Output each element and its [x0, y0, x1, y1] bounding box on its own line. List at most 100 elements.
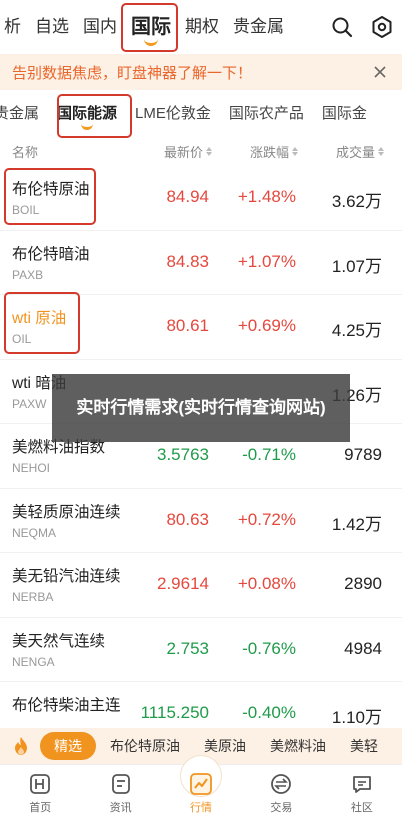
bottom-nav: 首页 资讯 行情 交易 社区 — [0, 755, 402, 818]
row-volume: 4984 — [344, 638, 382, 658]
row-code: NERBA — [12, 590, 54, 604]
row-change: -0.40% — [242, 703, 296, 722]
nav-quotes[interactable]: 行情 — [161, 755, 241, 818]
row-price: 2.9614 — [157, 574, 209, 593]
sub-tabs: 贵金属 国际能源 LME伦敦金 国际农产品 国际金 — [0, 92, 402, 136]
header-change[interactable]: 涨跌幅 — [250, 142, 298, 161]
table-row[interactable]: 美无铅汽油连续 NERBA 2.9614 +0.08% 2890 — [0, 553, 402, 618]
quote-list: 布伦特原油 BOIL 84.94 +1.48% 3.62万 布伦特暗油 PAXB… — [0, 166, 402, 747]
sort-icon — [206, 146, 212, 156]
row-price: 84.94 — [166, 187, 209, 206]
subtab-intl-agri[interactable]: 国际农产品 — [220, 92, 313, 136]
nav-trade[interactable]: 交易 — [241, 765, 321, 818]
tab-precious-metals[interactable]: 贵金属 — [226, 0, 291, 54]
tab-international[interactable]: 国际 — [124, 0, 178, 54]
row-code: NEHOI — [12, 461, 51, 475]
quick-item[interactable]: 布伦特原油 — [98, 736, 192, 756]
row-code: PAXB — [12, 267, 44, 282]
tab-domestic[interactable]: 国内 — [76, 0, 124, 54]
tab-international-label: 国际 — [131, 16, 171, 38]
quick-item-featured[interactable]: 精选 — [40, 732, 96, 760]
title-overlay: 实时行情需求(实时行情查询网站) — [52, 374, 350, 442]
subtab-intl-energy[interactable]: 国际能源 — [48, 92, 126, 136]
search-icon — [332, 17, 353, 38]
row-name: 美天然气连续 — [12, 632, 106, 650]
top-nav-icons — [322, 0, 402, 54]
row-name: 布伦特原油 — [12, 181, 90, 198]
nav-news[interactable]: 资讯 — [80, 765, 160, 818]
row-change: -0.76% — [242, 638, 296, 658]
header-volume[interactable]: 成交量 — [336, 142, 384, 161]
row-code: NENGA — [12, 654, 55, 669]
community-icon — [350, 772, 374, 796]
sort-icon — [292, 146, 298, 156]
row-name: wti 原油 — [12, 310, 67, 327]
gear-icon — [372, 16, 392, 38]
header-price[interactable]: 最新价 — [164, 142, 212, 161]
tab-watchlist[interactable]: 自选 — [28, 0, 76, 54]
row-volume: 2890 — [344, 574, 382, 593]
nav-community[interactable]: 社区 — [322, 765, 402, 818]
table-row[interactable]: 美天然气连续 NENGA 2.753 -0.76% 4984 — [0, 618, 402, 682]
row-change: -0.71% — [242, 445, 296, 464]
row-price: 80.63 — [166, 509, 209, 529]
row-code: OIL — [12, 332, 32, 346]
notice-banner[interactable]: 告别数据焦虑，盯盘神器了解一下！ — [0, 54, 402, 90]
row-change: +0.72% — [237, 509, 296, 529]
news-icon — [109, 772, 133, 796]
close-icon[interactable] — [370, 62, 390, 82]
active-tab-indicator — [144, 39, 158, 46]
quick-item[interactable]: 美轻 — [338, 736, 390, 756]
row-volume: 9789 — [344, 445, 382, 464]
table-row[interactable]: 布伦特原油 BOIL 84.94 +1.48% 3.62万 — [0, 166, 402, 231]
chart-icon — [189, 772, 213, 796]
tab-analysis[interactable]: 析 — [0, 0, 28, 54]
row-change: +1.48% — [237, 187, 296, 206]
nav-home[interactable]: 首页 — [0, 765, 80, 818]
top-nav: 析 自选 国内 国际 期权 贵金属 — [0, 0, 402, 54]
row-name: 美无铅汽油连续 — [12, 568, 121, 585]
row-volume: 1.07万 — [331, 256, 382, 276]
row-change: +0.08% — [237, 574, 296, 593]
row-volume: 1.10万 — [331, 708, 382, 727]
quick-item[interactable]: 美燃料油 — [258, 736, 338, 756]
quick-item[interactable]: 美原油 — [192, 736, 258, 756]
row-price: 80.61 — [166, 316, 209, 335]
nav-label: 资讯 — [109, 802, 132, 814]
row-volume: 1.42万 — [331, 514, 382, 534]
row-price: 1115.250 — [140, 703, 209, 722]
settings-button[interactable] — [362, 7, 402, 47]
tab-options[interactable]: 期权 — [178, 0, 226, 54]
subtab-intl-energy-label: 国际能源 — [57, 105, 118, 122]
banner-text: 告别数据焦虑，盯盘神器了解一下！ — [12, 64, 253, 82]
row-code: BOIL — [12, 203, 40, 217]
flame-icon — [15, 737, 27, 755]
table-row[interactable]: 布伦特暗油 PAXB 84.83 +1.07% 1.07万 — [0, 231, 402, 295]
nav-label: 首页 — [29, 802, 52, 814]
header-name: 名称 — [12, 144, 39, 160]
table-row[interactable]: 美轻质原油连续 NEQMA 80.63 +0.72% 1.42万 — [0, 489, 402, 553]
table-row[interactable]: wti 原油 OIL 80.61 +0.69% 4.25万 — [0, 295, 402, 360]
row-code: NEQMA — [12, 525, 57, 540]
row-name: 美轻质原油连续 — [12, 503, 121, 521]
row-price: 3.5763 — [157, 445, 209, 464]
row-volume: 4.25万 — [331, 321, 382, 340]
header-price-label: 最新价 — [163, 144, 203, 160]
subtab-intl-metal[interactable]: 国际金 — [313, 92, 376, 136]
overlay-text: 实时行情需求(实时行情查询网站) — [76, 398, 326, 417]
nav-label: 社区 — [350, 802, 373, 814]
table-header: 名称 最新价 涨跌幅 成交量 — [0, 136, 402, 166]
row-code: PAXW — [12, 396, 47, 411]
subtab-precious-metals[interactable]: 贵金属 — [0, 92, 48, 136]
subtab-lme[interactable]: LME伦敦金 — [126, 92, 220, 136]
header-change-label: 涨跌幅 — [249, 144, 289, 160]
nav-label: 行情 — [190, 802, 213, 814]
search-button[interactable] — [322, 7, 362, 47]
active-subtab-indicator — [81, 124, 94, 130]
row-name: 布伦特柴油主连 — [12, 697, 121, 714]
row-volume: 3.62万 — [331, 192, 382, 211]
nav-label: 交易 — [270, 802, 293, 814]
row-change: +0.69% — [237, 316, 296, 335]
home-icon — [28, 772, 52, 796]
row-change: +1.07% — [237, 251, 296, 271]
